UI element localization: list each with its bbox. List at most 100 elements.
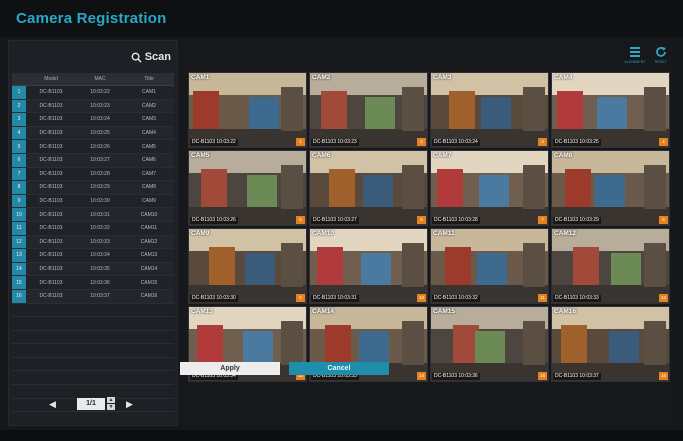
table-row[interactable]: 1 DC-B1103 10:03:22 CAM1 — [12, 85, 174, 100]
row-model: DC-B1103 — [26, 248, 76, 263]
camera-tile[interactable]: CAM10 DC-B1103 10:03:31 10 — [309, 228, 428, 304]
reset-label: RESET — [654, 60, 668, 64]
row-mac: 10:03:32 — [76, 221, 124, 236]
table-row[interactable]: 13 DC-B1103 10:03:34 CAM13 — [12, 248, 174, 263]
camera-tile-info: DC-B1103 10:03:30 — [190, 295, 238, 302]
scan-row: Scan — [9, 41, 177, 72]
empty-row — [12, 330, 174, 345]
row-number: 13 — [12, 248, 26, 263]
empty-cell — [12, 357, 26, 372]
table-row[interactable]: 4 DC-B1103 10:03:25 CAM4 — [12, 126, 174, 141]
camera-tile[interactable]: CAM9 DC-B1103 10:03:30 9 — [188, 228, 307, 304]
camera-feed-image — [552, 73, 669, 147]
row-mac: 10:03:33 — [76, 235, 124, 250]
row-mac: 10:03:25 — [76, 126, 124, 141]
row-mac: 10:03:31 — [76, 207, 124, 222]
scan-button[interactable]: Scan — [131, 49, 171, 65]
camera-tile-label: CAM12 — [554, 230, 577, 237]
page-spinner: ▲ ▼ — [107, 397, 115, 411]
camera-tile[interactable]: CAM16 DC-B1103 10:03:37 16 — [551, 306, 670, 382]
table-row[interactable]: 12 DC-B1103 10:03:33 CAM12 — [12, 235, 174, 250]
empty-cell — [76, 316, 124, 331]
row-number: 2 — [12, 99, 26, 114]
row-title: CAM7 — [124, 167, 174, 182]
camera-tile[interactable]: CAM3 DC-B1103 10:03:24 3 — [430, 72, 549, 148]
camera-tile[interactable]: CAM8 DC-B1103 10:03:29 8 — [551, 150, 670, 226]
camera-tile-badge: 16 — [659, 372, 668, 380]
row-number: 1 — [12, 85, 26, 100]
page-down-icon[interactable]: ▼ — [107, 404, 115, 410]
camera-tile-badge: 15 — [538, 372, 547, 380]
table-row[interactable]: 6 DC-B1103 10:03:27 CAM6 — [12, 153, 174, 168]
table-row[interactable]: 14 DC-B1103 10:03:35 CAM14 — [12, 262, 174, 277]
row-mac: 10:03:28 — [76, 167, 124, 182]
table-row[interactable]: 15 DC-B1103 10:03:36 CAM15 — [12, 275, 174, 290]
table-row[interactable]: 9 DC-B1103 10:03:30 CAM9 — [12, 194, 174, 209]
cancel-button[interactable]: Cancel — [289, 362, 389, 375]
title-bar: Camera Registration — [0, 0, 683, 37]
table-row[interactable]: 8 DC-B1103 10:03:29 CAM8 — [12, 180, 174, 195]
next-page-button[interactable]: ▶ — [126, 399, 133, 410]
page-indicator[interactable]: 1/1 — [77, 398, 105, 410]
camera-list-panel: Scan Model MAC Title 1 DC-B1103 10:03:22 CA… — [8, 40, 178, 426]
page-up-icon[interactable]: ▲ — [107, 397, 115, 403]
row-mac: 10:03:29 — [76, 180, 124, 195]
camera-tile-info: DC-B1103 10:03:36 — [432, 373, 480, 380]
camera-tile-info: DC-B1103 10:03:25 — [553, 139, 601, 146]
row-title: CAM4 — [124, 126, 174, 141]
row-title: CAM5 — [124, 139, 174, 154]
row-number: 7 — [12, 167, 26, 182]
prev-page-button[interactable]: ◀ — [49, 399, 56, 410]
camera-tile[interactable]: CAM12 DC-B1103 10:03:33 12 — [551, 228, 670, 304]
scan-label: Scan — [144, 51, 171, 63]
row-model: DC-B1103 — [26, 99, 76, 114]
camera-tile-label: CAM16 — [554, 308, 577, 315]
camera-tile-info: DC-B1103 10:03:26 — [190, 217, 238, 224]
camera-tile[interactable]: CAM15 DC-B1103 10:03:36 15 — [430, 306, 549, 382]
camera-table: Model MAC Title 1 DC-B1103 10:03:22 CAM1 2 DC… — [12, 73, 174, 413]
table-row[interactable]: 7 DC-B1103 10:03:28 CAM7 — [12, 167, 174, 182]
camera-feed-image — [431, 151, 548, 225]
row-model: DC-B1103 — [26, 289, 76, 304]
table-row[interactable]: 5 DC-B1103 10:03:26 CAM5 — [12, 139, 174, 154]
row-number: 4 — [12, 126, 26, 141]
camera-tile[interactable]: CAM1 DC-B1103 10:03:22 1 — [188, 72, 307, 148]
camera-feed-image — [431, 73, 548, 147]
alignment-button[interactable]: ALIGNMENT — [622, 46, 648, 68]
camera-tile-label: CAM7 — [433, 152, 452, 159]
camera-feed-image — [431, 307, 548, 381]
camera-feed-image — [310, 73, 427, 147]
table-header: Model MAC Title — [12, 73, 174, 86]
camera-tile[interactable]: CAM6 DC-B1103 10:03:27 6 — [309, 150, 428, 226]
header-num — [12, 73, 26, 86]
camera-feed-image — [189, 229, 306, 303]
camera-tile[interactable]: CAM7 DC-B1103 10:03:28 7 — [430, 150, 549, 226]
row-mac: 10:03:22 — [76, 85, 124, 100]
row-number: 8 — [12, 180, 26, 195]
camera-tile[interactable]: CAM2 DC-B1103 10:03:23 2 — [309, 72, 428, 148]
camera-tile-label: CAM4 — [554, 74, 573, 81]
camera-feed-image — [431, 229, 548, 303]
row-number: 3 — [12, 112, 26, 127]
camera-feed-image — [310, 151, 427, 225]
camera-tile[interactable]: CAM11 DC-B1103 10:03:32 11 — [430, 228, 549, 304]
table-row[interactable]: 11 DC-B1103 10:03:32 CAM11 — [12, 221, 174, 236]
camera-tile-label: CAM3 — [433, 74, 452, 81]
empty-cell — [12, 370, 26, 386]
reset-button[interactable]: RESET — [648, 46, 674, 68]
camera-tile[interactable]: CAM4 DC-B1103 10:03:25 4 — [551, 72, 670, 148]
camera-tile-info: DC-B1103 10:03:23 — [311, 139, 359, 146]
camera-tile-badge: 7 — [538, 216, 547, 224]
row-title: CAM14 — [124, 262, 174, 277]
camera-feed-image — [189, 151, 306, 225]
camera-tile-label: CAM15 — [433, 308, 456, 315]
camera-tile[interactable]: CAM5 DC-B1103 10:03:26 5 — [188, 150, 307, 226]
empty-cell — [124, 343, 174, 358]
table-row[interactable]: 10 DC-B1103 10:03:31 CAM10 — [12, 207, 174, 222]
empty-cell — [76, 303, 124, 318]
table-row[interactable]: 3 DC-B1103 10:03:24 CAM3 — [12, 112, 174, 127]
apply-button[interactable]: Apply — [180, 362, 280, 375]
table-row[interactable]: 2 DC-B1103 10:03:23 CAM2 — [12, 99, 174, 114]
table-row[interactable]: 16 DC-B1103 10:03:37 CAM16 — [12, 289, 174, 304]
row-model: DC-B1103 — [26, 194, 76, 209]
